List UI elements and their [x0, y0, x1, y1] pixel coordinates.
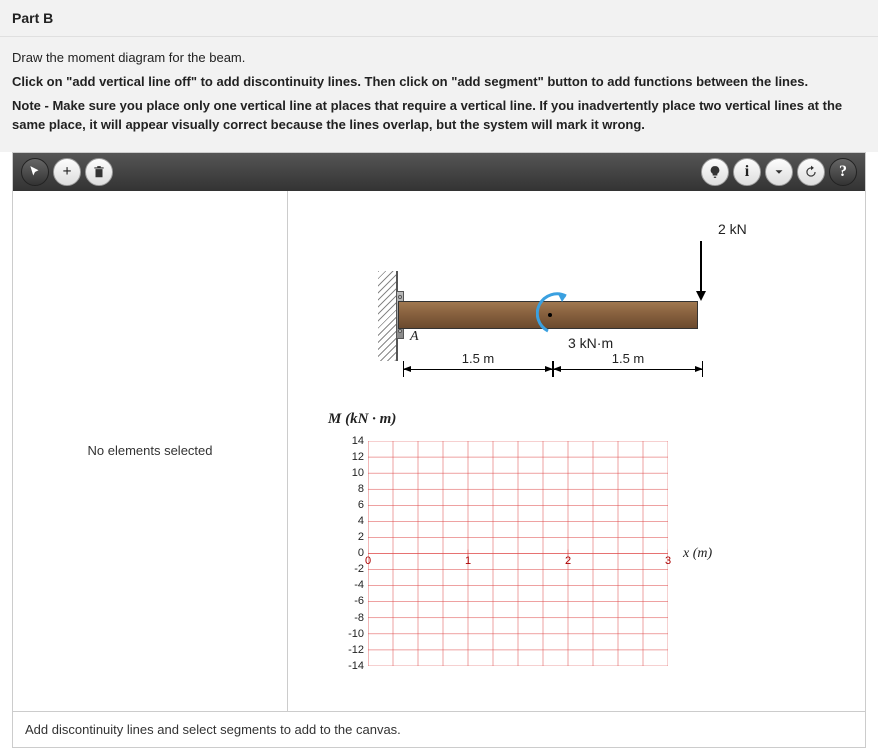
force-arrow-icon	[696, 241, 706, 301]
info-button[interactable]: i	[733, 158, 761, 186]
cursor-icon	[28, 165, 42, 179]
dimension-1-text: 1.5 m	[458, 351, 499, 366]
y-tick: 2	[328, 531, 364, 543]
moment-label: 3 kN·m	[568, 335, 613, 351]
reset-button[interactable]	[797, 158, 825, 186]
hint-button[interactable]	[701, 158, 729, 186]
x-axis-label: x (m)	[683, 546, 712, 562]
bolt-icon	[398, 329, 402, 333]
dimension-2-text: 1.5 m	[608, 351, 649, 366]
point-a-label: A	[410, 329, 419, 345]
selection-panel: No elements selected	[13, 191, 288, 711]
bolt-icon	[398, 295, 402, 299]
y-tick: -10	[328, 628, 364, 640]
instructions-block: Draw the moment diagram for the beam. Cl…	[0, 37, 878, 152]
y-tick: -6	[328, 595, 364, 607]
y-tick: -8	[328, 612, 364, 624]
bulb-icon	[708, 165, 722, 179]
y-axis-ticks: 14121086420-2-4-6-8-10-12-14	[328, 441, 364, 666]
canvas-area[interactable]: A 3 kN·m 2 kN 1.5 m 1.5 m	[288, 191, 865, 711]
trash-icon	[92, 165, 106, 179]
part-header: Part B	[0, 0, 878, 37]
help-button[interactable]: ?	[829, 158, 857, 186]
y-tick: -14	[328, 660, 364, 672]
moment-arc-icon	[536, 291, 576, 336]
graph-title: M (kN · m)	[328, 411, 396, 428]
y-tick: 12	[328, 451, 364, 463]
selection-status: No elements selected	[87, 443, 212, 458]
y-tick: -2	[328, 563, 364, 575]
chevron-down-icon	[772, 165, 786, 179]
x-tick: 1	[465, 555, 471, 567]
cursor-tool-button[interactable]	[21, 158, 49, 186]
y-tick: 10	[328, 467, 364, 479]
instruction-click: Click on "add vertical line off" to add …	[12, 73, 866, 91]
instruction-note: Note - Make sure you place only one vert…	[12, 97, 866, 133]
x-tick: 3	[665, 555, 671, 567]
y-tick: 6	[328, 499, 364, 511]
dropdown-button[interactable]	[765, 158, 793, 186]
dimension-2: 1.5 m	[553, 369, 703, 389]
y-tick: 4	[328, 515, 364, 527]
drawing-app: + i ? No elements select	[12, 152, 866, 748]
y-tick: 8	[328, 483, 364, 495]
reset-icon	[804, 165, 818, 179]
x-tick: 0	[365, 555, 371, 567]
y-tick: 0	[328, 547, 364, 559]
help-icon: ?	[839, 163, 847, 181]
moment-graph[interactable]: M (kN · m) 14121086420-2-4-6-8-10-12-14 …	[298, 411, 855, 691]
add-button[interactable]: +	[53, 158, 81, 186]
fixed-support	[378, 271, 398, 361]
grid-svg	[368, 441, 668, 666]
dimension-1: 1.5 m	[403, 369, 553, 389]
toolbar: + i ?	[13, 153, 865, 191]
beam-diagram: A 3 kN·m 2 kN 1.5 m 1.5 m	[358, 201, 855, 401]
y-tick: -4	[328, 579, 364, 591]
status-bar: Add discontinuity lines and select segme…	[13, 711, 865, 747]
instruction-draw: Draw the moment diagram for the beam.	[12, 49, 866, 67]
force-label: 2 kN	[718, 221, 747, 237]
plus-icon: +	[62, 163, 71, 181]
delete-button[interactable]	[85, 158, 113, 186]
y-tick: 14	[328, 435, 364, 447]
graph-grid[interactable]	[368, 441, 668, 666]
status-hint: Add discontinuity lines and select segme…	[25, 722, 401, 737]
info-icon: i	[745, 163, 749, 181]
y-tick: -12	[328, 644, 364, 656]
x-tick: 2	[565, 555, 571, 567]
